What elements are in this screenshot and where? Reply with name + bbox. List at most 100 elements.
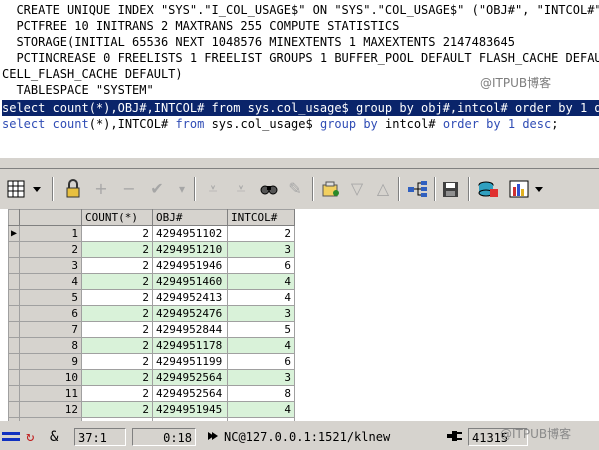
cell-obj[interactable]: 4294952476	[152, 305, 228, 322]
cell-obj[interactable]: 4294951945	[152, 401, 228, 418]
selected-sql-line[interactable]: select count(*),OBJ#,INTCOL# from sys.co…	[2, 100, 599, 116]
cell-obj[interactable]: 4294952564	[152, 385, 228, 402]
row-indicator[interactable]	[8, 353, 20, 370]
table-row[interactable]: 3 2 4294951946 6	[8, 257, 295, 274]
query-by-example-icon[interactable]	[320, 177, 342, 201]
cell-intcol[interactable]: 8	[227, 385, 295, 402]
grid-menu-icon[interactable]	[6, 177, 46, 201]
row-indicator[interactable]	[8, 369, 20, 386]
cell-count[interactable]: 2	[81, 385, 153, 402]
table-row[interactable]: 2 2 4294951210 3	[8, 241, 295, 258]
row-number[interactable]: 9	[19, 353, 82, 370]
chart-icon[interactable]	[508, 177, 548, 201]
cell-obj[interactable]: 4294951102	[152, 225, 228, 242]
row-number[interactable]: 5	[19, 289, 82, 306]
results-grid[interactable]: COUNT(*) OBJ# INTCOL# ▶ 1 2 4294951102 2 2 2 42…	[0, 209, 599, 421]
row-number[interactable]: 12	[19, 401, 82, 418]
table-row[interactable]: 12 2 4294951945 4	[8, 401, 295, 418]
cell-obj[interactable]: 4294952564	[152, 369, 228, 386]
save-icon[interactable]	[440, 177, 462, 201]
row-indicator[interactable]	[8, 241, 20, 258]
table-row[interactable]: 6 2 4294952476 3	[8, 305, 295, 322]
cell-intcol[interactable]: 2	[227, 225, 295, 242]
tree-icon[interactable]	[406, 177, 430, 201]
cell-count[interactable]: 2	[81, 225, 153, 242]
row-number[interactable]: 2	[19, 241, 82, 258]
cell-intcol[interactable]: 3	[227, 241, 295, 258]
table-row[interactable]: 8 2 4294951178 4	[8, 337, 295, 354]
filter-icon[interactable]: ⩡	[202, 177, 224, 201]
table-row[interactable]: 11 2 4294952564 8	[8, 385, 295, 402]
cell-obj[interactable]: 4294951946	[152, 257, 228, 274]
cell-count[interactable]: 2	[81, 321, 153, 338]
find-icon[interactable]	[258, 177, 280, 201]
cell-count[interactable]: 2	[81, 305, 153, 322]
cell-count[interactable]: 2	[81, 401, 153, 418]
row-indicator[interactable]	[8, 337, 20, 354]
row-number[interactable]: 6	[19, 305, 82, 322]
cell-intcol[interactable]: 5	[227, 321, 295, 338]
row-indicator[interactable]	[8, 321, 20, 338]
row-number[interactable]: 10	[19, 369, 82, 386]
cell-count[interactable]: 2	[81, 337, 153, 354]
cell-obj[interactable]: 4294951210	[152, 241, 228, 258]
row-indicator[interactable]	[8, 273, 20, 290]
cell-count[interactable]: 2	[81, 241, 153, 258]
ampersand-icon[interactable]: &	[50, 428, 66, 446]
refresh-icon[interactable]: ↻	[26, 428, 42, 446]
row-indicator[interactable]	[8, 289, 20, 306]
column-header-count[interactable]: COUNT(*)	[81, 209, 153, 226]
row-number[interactable]: 1	[19, 225, 82, 242]
previous-icon[interactable]: ▽	[346, 177, 368, 201]
cell-obj[interactable]: 4294951199	[152, 353, 228, 370]
delete-row-icon[interactable]: −	[118, 177, 140, 201]
cell-intcol[interactable]: 6	[227, 257, 295, 274]
sql-editor[interactable]: CREATE UNIQUE INDEX "SYS"."I_COL_USAGE$"…	[0, 0, 599, 157]
cell-intcol[interactable]: 4	[227, 273, 295, 290]
cell-obj[interactable]: 4294952413	[152, 289, 228, 306]
cell-obj[interactable]: 4294951460	[152, 273, 228, 290]
table-row[interactable]: 7 2 4294952844 5	[8, 321, 295, 338]
cell-obj[interactable]: 4294952844	[152, 321, 228, 338]
row-number[interactable]: 8	[19, 337, 82, 354]
row-indicator[interactable]	[8, 257, 20, 274]
cell-count[interactable]: 2	[81, 353, 153, 370]
cell-count[interactable]: 2	[81, 369, 153, 386]
cell-intcol[interactable]: 4	[227, 289, 295, 306]
row-indicator[interactable]	[8, 305, 20, 322]
lock-icon[interactable]	[62, 177, 84, 201]
sql-line-2[interactable]: select count(*),INTCOL# from sys.col_usa…	[2, 116, 558, 132]
table-row[interactable]: 9 2 4294951199 6	[8, 353, 295, 370]
row-number[interactable]: 7	[19, 321, 82, 338]
row-number[interactable]: 3	[19, 257, 82, 274]
row-indicator[interactable]	[8, 401, 20, 418]
table-row[interactable]: ▶ 1 2 4294951102 2	[8, 225, 295, 242]
table-row[interactable]: 10 2 4294952564 3	[8, 369, 295, 386]
post-dropdown-icon[interactable]: ▾	[174, 177, 190, 201]
table-row[interactable]: 4 2 4294951460 4	[8, 273, 295, 290]
add-row-icon[interactable]: +	[90, 177, 112, 201]
cell-intcol[interactable]: 3	[227, 305, 295, 322]
clear-filter-icon[interactable]: ⩡	[230, 177, 252, 201]
cell-intcol[interactable]: 3	[227, 369, 295, 386]
cell-intcol[interactable]: 6	[227, 353, 295, 370]
cell-intcol[interactable]: 4	[227, 337, 295, 354]
row-number[interactable]: 11	[19, 385, 82, 402]
row-number[interactable]: 4	[19, 273, 82, 290]
table-row[interactable]: 5 2 4294952413 4	[8, 289, 295, 306]
cell-count[interactable]: 2	[81, 273, 153, 290]
splitter[interactable]	[0, 157, 599, 169]
post-icon[interactable]: ✔	[146, 177, 168, 201]
cell-count[interactable]: 2	[81, 257, 153, 274]
clear-icon[interactable]: ✎	[284, 177, 306, 201]
column-header-intcol[interactable]: INTCOL#	[227, 209, 295, 226]
column-header-obj[interactable]: OBJ#	[152, 209, 228, 226]
export-icon[interactable]	[476, 177, 500, 201]
cell-count[interactable]: 2	[81, 289, 153, 306]
current-row-indicator[interactable]: ▶	[8, 225, 20, 242]
next-icon[interactable]: △	[372, 177, 394, 201]
cell-intcol[interactable]: 4	[227, 401, 295, 418]
cell-obj[interactable]: 4294951178	[152, 337, 228, 354]
row-indicator[interactable]	[8, 385, 20, 402]
plug-icon	[446, 428, 464, 446]
